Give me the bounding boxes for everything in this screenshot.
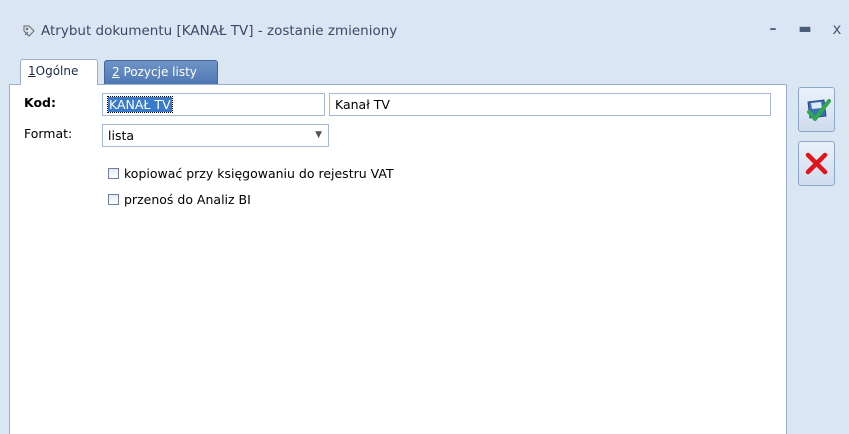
save-check-icon xyxy=(807,99,831,121)
window-title: Atrybut dokumentu [KANAŁ TV] - zostanie … xyxy=(41,23,398,39)
tab-pozycje-number: 2 xyxy=(112,65,120,79)
title-bar: Atrybut dokumentu [KANAŁ TV] - zostanie … xyxy=(0,0,849,50)
bi-analysis-checkbox[interactable]: przenoś do Analiz BI xyxy=(108,192,438,208)
chevron-down-icon[interactable]: ▼ xyxy=(315,130,322,140)
save-button[interactable] xyxy=(798,87,835,132)
format-label: Format: xyxy=(24,126,73,141)
cancel-button[interactable] xyxy=(798,141,835,186)
dialog-window: Atrybut dokumentu [KANAŁ TV] - zostanie … xyxy=(0,0,849,434)
bi-analysis-checkbox-label[interactable]: przenoś do Analiz BI xyxy=(124,192,251,207)
red-x-icon xyxy=(805,152,828,175)
tab-ogolne-label: Ogólne xyxy=(35,64,79,78)
close-button[interactable]: x xyxy=(828,20,846,38)
tab-ogolne[interactable]: 1Ogólne xyxy=(20,59,98,85)
kod-input[interactable]: KANAŁ TV xyxy=(102,93,325,116)
tab-pozycje-label: Pozycje listy xyxy=(123,65,197,79)
vat-register-checkbox-label[interactable]: kopiować przy księgowaniu do rejestru VA… xyxy=(124,166,394,181)
kod-input-value: KANAŁ TV xyxy=(107,96,173,113)
name-input[interactable]: Kanał TV xyxy=(329,93,771,116)
minimize-button[interactable]: – xyxy=(764,20,782,38)
app-icon xyxy=(23,25,35,37)
vat-register-checkbox[interactable]: kopiować przy księgowaniu do rejestru VA… xyxy=(108,166,438,182)
format-select-value: lista xyxy=(108,128,135,143)
tab-pozycje-listy[interactable]: 2 Pozycje listy xyxy=(104,60,218,84)
tab-ogolne-number: 1 xyxy=(28,64,36,78)
maximize-button[interactable]: ▬ xyxy=(796,20,814,38)
bi-analysis-checkbox-box[interactable] xyxy=(108,194,119,205)
name-input-value: Kanał TV xyxy=(335,97,390,112)
kod-label: Kod: xyxy=(24,95,57,110)
tab-content-panel: Kod: KANAŁ TV Kanał TV Format: lista ▼ k… xyxy=(9,84,787,434)
format-select[interactable]: lista ▼ xyxy=(102,124,329,147)
vat-register-checkbox-box[interactable] xyxy=(108,168,119,179)
